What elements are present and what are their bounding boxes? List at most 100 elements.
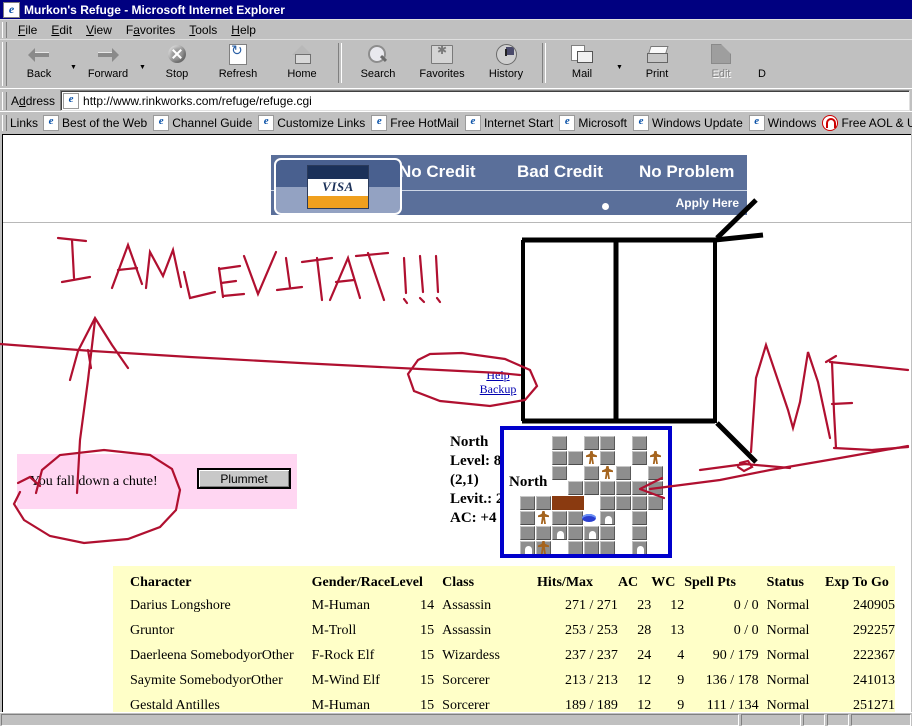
menu-item-edit[interactable]: Edit	[44, 21, 79, 39]
menu-item-view[interactable]: View	[79, 21, 119, 39]
map-tile	[632, 526, 647, 540]
mail-button-label: Mail	[571, 68, 593, 80]
cell-spell-pts: 0 / 0	[733, 623, 759, 638]
mail-button[interactable]: Mail	[550, 41, 614, 85]
search-button[interactable]: Search	[346, 41, 410, 85]
col-level: Level	[390, 575, 423, 590]
link-label: Windows Update	[652, 115, 743, 130]
forward-button[interactable]: Forward	[79, 41, 137, 85]
link-microsoft[interactable]: e Microsoft	[559, 114, 627, 131]
back-button-label: Back	[26, 68, 52, 80]
table-row[interactable]: Saymite SomebodyorOther M-Wind Elf 15 So…	[130, 670, 895, 695]
web-page: VISA No Credit Bad Credit No Problem App…	[3, 135, 911, 713]
refresh-button[interactable]: Refresh	[206, 41, 270, 85]
backup-link[interactable]: Backup	[468, 382, 528, 396]
link-internet-start[interactable]: e Internet Start	[464, 114, 554, 131]
cell-level: 15	[420, 673, 435, 688]
address-grip[interactable]	[2, 91, 7, 110]
history-button[interactable]: History	[474, 41, 538, 85]
banner-apply-here-link[interactable]: Apply Here	[676, 196, 739, 210]
map-tile	[552, 466, 567, 480]
favorites-button[interactable]: Favorites	[410, 41, 474, 85]
aol-icon	[822, 114, 839, 131]
col-gender-race: Gender/Race	[311, 575, 391, 590]
map-tile	[552, 511, 567, 525]
link-best-of-the-web[interactable]: e Best of the Web	[43, 114, 147, 131]
table-row[interactable]: Gruntor M-Troll 15 Assassin 253 / 253 28…	[130, 620, 895, 645]
address-value: http://www.rinkworks.com/refuge/refuge.c…	[83, 93, 312, 108]
back-dropdown-icon[interactable]: ▼	[68, 41, 79, 85]
map-tile	[568, 481, 583, 495]
forward-arrow-icon	[79, 41, 137, 67]
cell-ac: 28	[637, 623, 652, 638]
refresh-button-label: Refresh	[218, 68, 258, 80]
cell-status: Normal	[766, 623, 810, 638]
forward-dropdown-icon[interactable]: ▼	[137, 41, 148, 85]
party-table: Character Gender/Race Level Class Hits/M…	[130, 575, 895, 713]
cell-gender-race: M-Troll	[311, 623, 357, 638]
table-row[interactable]: Gestald Antilles M-Human 15 Sorcerer 189…	[130, 695, 895, 713]
link-windows-update[interactable]: e Windows Update	[633, 114, 743, 131]
menu-grip[interactable]	[2, 22, 7, 38]
link-channel-guide[interactable]: e Channel Guide	[153, 114, 252, 131]
cell-hits: 237 / 237	[565, 648, 618, 663]
cell-spell-pts: 111 / 134	[706, 698, 759, 713]
map-tile-door	[632, 541, 647, 554]
status-pane-2	[803, 714, 825, 726]
menu-item-file[interactable]: FFileile	[11, 21, 44, 39]
link-free-hotmail[interactable]: e Free HotMail	[371, 114, 459, 131]
link-free-aol[interactable]: Free AOL & Unlimit	[822, 114, 912, 131]
col-ac: AC	[617, 575, 639, 590]
cell-status: Normal	[766, 648, 810, 663]
map-tile-door	[584, 526, 599, 540]
advertisement-banner[interactable]: VISA No Credit Bad Credit No Problem App…	[271, 155, 747, 215]
table-header-row: Character Gender/Race Level Class Hits/M…	[130, 575, 895, 595]
help-links: Help Backup	[468, 368, 528, 396]
cell-spell-pts: 90 / 179	[712, 648, 759, 663]
map-tile	[520, 496, 535, 510]
horizontal-scrollbar[interactable]	[1, 714, 739, 726]
menu-item-help[interactable]: Help	[224, 21, 263, 39]
banner-text-no-problem: No Problem	[639, 162, 735, 181]
cell-exp: 251271	[853, 698, 895, 713]
col-wc: WC	[651, 575, 676, 590]
cell-exp: 240905	[853, 598, 895, 613]
link-label: Internet Start	[483, 115, 554, 130]
map-tile-door	[520, 541, 535, 554]
cell-class: Sorcerer	[442, 673, 490, 688]
horizontal-rule	[3, 222, 911, 223]
cell-hits: 253 / 253	[565, 623, 618, 638]
link-customize-links[interactable]: e Customize Links	[258, 114, 365, 131]
stop-button[interactable]: Stop	[148, 41, 206, 85]
window-title: Murkon's Refuge - Microsoft Internet Exp…	[24, 2, 285, 17]
edit-button[interactable]: Edit	[689, 41, 753, 85]
map-monster	[602, 466, 613, 479]
plummet-button[interactable]: Plummet	[197, 468, 291, 489]
help-link[interactable]: Help	[468, 368, 528, 382]
toolbar-grip[interactable]	[2, 42, 7, 86]
stop-button-label: Stop	[165, 68, 189, 80]
mail-dropdown-icon[interactable]: ▼	[614, 41, 625, 85]
cell-level: 15	[420, 623, 435, 638]
cell-character: Daerleena SomebodyorOther	[130, 648, 294, 663]
address-input[interactable]: e http://www.rinkworks.com/refuge/refuge…	[60, 90, 910, 111]
ie-link-icon: e	[43, 114, 60, 131]
toolbar-separator	[338, 43, 342, 83]
print-button[interactable]: Print	[625, 41, 689, 85]
table-row[interactable]: Daerleena SomebodyorOther F-Rock Elf 15 …	[130, 645, 895, 670]
address-label: Address	[11, 93, 56, 108]
menu-item-tools[interactable]: Tools	[182, 21, 224, 39]
table-row[interactable]: Darius Longshore M-Human 14 Assassin 271…	[130, 595, 895, 620]
favorites-button-label: Favorites	[419, 68, 465, 80]
map-monster	[650, 451, 661, 464]
link-windows[interactable]: e Windows	[748, 114, 816, 131]
home-button[interactable]: Home	[270, 41, 334, 85]
col-exp-to-go: Exp To Go	[825, 575, 889, 590]
menu-item-favorites[interactable]: Favorites	[119, 21, 182, 39]
discuss-button[interactable]: D	[753, 41, 771, 85]
status-pane-4	[851, 714, 911, 726]
discuss-icon	[753, 41, 771, 67]
back-button[interactable]: Back	[10, 41, 68, 85]
cell-spell-pts: 0 / 0	[733, 598, 759, 613]
links-grip[interactable]	[2, 114, 7, 131]
